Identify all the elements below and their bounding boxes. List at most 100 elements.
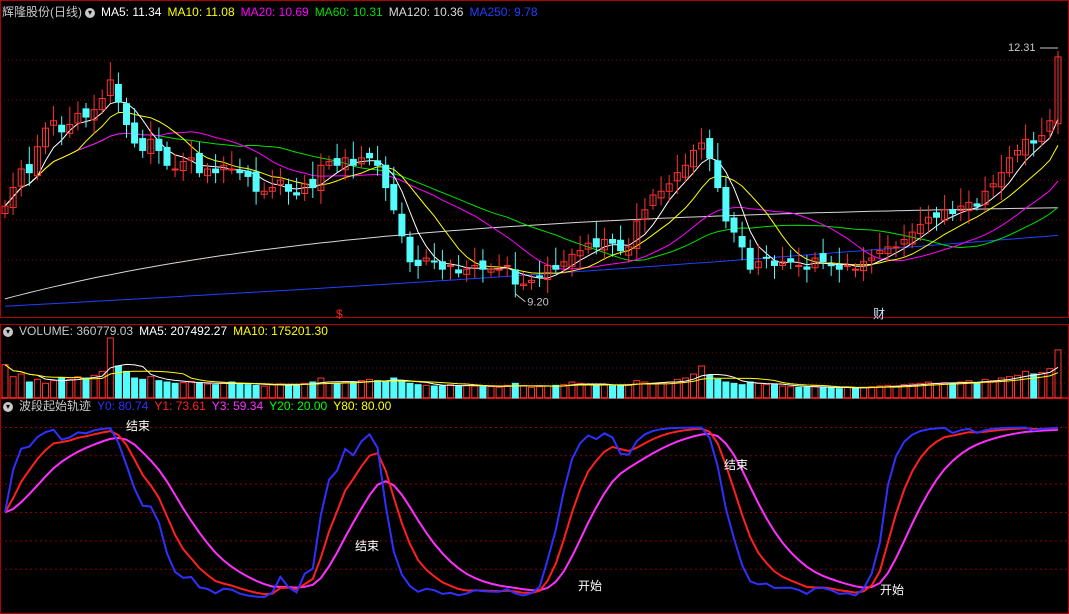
volume-bar bbox=[657, 382, 665, 399]
volume-bar bbox=[260, 385, 268, 399]
ma5-value: MA5: 11.34 bbox=[101, 5, 162, 19]
candle-body bbox=[730, 217, 738, 233]
volume-bar bbox=[33, 378, 41, 399]
candle-body bbox=[495, 268, 503, 271]
candle-body bbox=[309, 178, 317, 189]
volume-bar bbox=[487, 386, 495, 399]
volume-bar bbox=[276, 383, 284, 399]
volume-bar bbox=[552, 384, 560, 399]
price-header: 辉隆股份(日线) ▾ MA5: 11.34 MA10: 11.08 MA20: 10.6… bbox=[2, 4, 544, 20]
candle-body bbox=[25, 164, 33, 174]
volume-bar bbox=[722, 381, 730, 399]
volume-bar bbox=[204, 383, 211, 399]
ma20-value: MA20: 10.69 bbox=[240, 5, 309, 19]
candle-body bbox=[455, 269, 463, 274]
signal-label: 结束 bbox=[355, 539, 379, 553]
volume-bar bbox=[268, 384, 276, 399]
low-price-label: 9.20 bbox=[527, 297, 548, 309]
candle-body bbox=[592, 238, 600, 248]
volume-bar bbox=[892, 385, 900, 399]
volume-bar bbox=[220, 382, 228, 399]
candle-body bbox=[536, 275, 544, 278]
volume-bar bbox=[852, 387, 859, 399]
volume-bar bbox=[471, 385, 479, 399]
volume-bar bbox=[1022, 370, 1030, 399]
vol-ma10-value: MA10: 175201.30 bbox=[233, 324, 328, 338]
volume-bar bbox=[584, 384, 592, 399]
candle-body bbox=[852, 268, 859, 271]
candle-body bbox=[771, 260, 778, 266]
volume-bar bbox=[66, 378, 74, 399]
volume-bar bbox=[625, 384, 633, 399]
y3-line bbox=[4, 428, 1059, 592]
volume-bar bbox=[147, 376, 155, 399]
volume-bar bbox=[228, 381, 236, 399]
signal-label: 开始 bbox=[880, 583, 904, 597]
event-marker: $ bbox=[336, 307, 343, 321]
volume-header: ▾ VOLUME: 360779.03 MA5: 207492.27 MA10: 17… bbox=[2, 323, 334, 339]
vol-ma5-value: MA5: 207492.27 bbox=[139, 324, 228, 338]
volume-bar bbox=[560, 384, 568, 399]
collapse-icon[interactable]: ▾ bbox=[3, 401, 13, 412]
volume-bar bbox=[949, 382, 957, 399]
volume-bar bbox=[455, 385, 463, 399]
volume-bar bbox=[171, 382, 179, 399]
volume-bar bbox=[754, 382, 762, 399]
volume-bar bbox=[730, 382, 738, 399]
candle-body bbox=[706, 138, 714, 159]
candle-body bbox=[617, 239, 625, 252]
candle-body bbox=[835, 264, 843, 270]
collapse-icon[interactable]: ▾ bbox=[3, 326, 13, 337]
volume-bar bbox=[236, 382, 244, 399]
volume-bar bbox=[357, 380, 365, 399]
volume-bar bbox=[698, 365, 706, 399]
volume-bar bbox=[382, 381, 390, 399]
candle-body bbox=[503, 264, 511, 267]
candle-body bbox=[212, 168, 220, 174]
volume-bar bbox=[317, 377, 325, 399]
candle-body bbox=[819, 253, 827, 263]
candle-body bbox=[374, 160, 382, 166]
volume-bar bbox=[819, 386, 827, 399]
candle-body bbox=[714, 160, 722, 189]
candle-body bbox=[382, 164, 390, 189]
candle-body bbox=[414, 259, 422, 266]
candle-body bbox=[82, 108, 90, 118]
candle-body bbox=[511, 269, 519, 285]
volume-bar bbox=[187, 380, 195, 399]
candle-body bbox=[366, 152, 373, 159]
candle-body bbox=[803, 266, 811, 270]
volume-bar bbox=[779, 385, 787, 399]
candle-body bbox=[163, 146, 171, 166]
volume-bar bbox=[123, 370, 130, 399]
candle-body bbox=[123, 103, 130, 125]
candle-body bbox=[795, 264, 803, 267]
collapse-icon[interactable]: ▾ bbox=[85, 7, 95, 18]
candle-body bbox=[58, 124, 66, 133]
volume-bar bbox=[139, 378, 147, 399]
volume-bar bbox=[536, 386, 544, 399]
volume-bar bbox=[349, 381, 357, 399]
candle-body bbox=[285, 184, 292, 192]
candle-body bbox=[479, 260, 487, 270]
volume-bar bbox=[301, 382, 309, 399]
candle-body bbox=[609, 239, 616, 244]
volume-bar bbox=[600, 384, 608, 399]
volume-bar bbox=[414, 384, 422, 399]
candle-body bbox=[949, 209, 957, 215]
candle-body bbox=[195, 152, 203, 174]
candle-body bbox=[973, 203, 981, 207]
volume-bar bbox=[50, 380, 58, 399]
volume-bar bbox=[738, 384, 746, 399]
volume-bar bbox=[690, 373, 697, 399]
candle-body bbox=[333, 158, 341, 166]
candle-body bbox=[390, 184, 398, 211]
volume-bar bbox=[762, 384, 770, 399]
y20-value: Y20: 20.00 bbox=[269, 399, 328, 413]
volume-bar bbox=[447, 384, 454, 399]
volume-bar bbox=[398, 380, 406, 399]
ma120-value: MA120: 10.36 bbox=[388, 5, 464, 19]
candle-body bbox=[892, 246, 900, 249]
candle-body bbox=[406, 236, 414, 263]
stock-title[interactable]: 辉隆股份(日线) bbox=[2, 5, 82, 19]
